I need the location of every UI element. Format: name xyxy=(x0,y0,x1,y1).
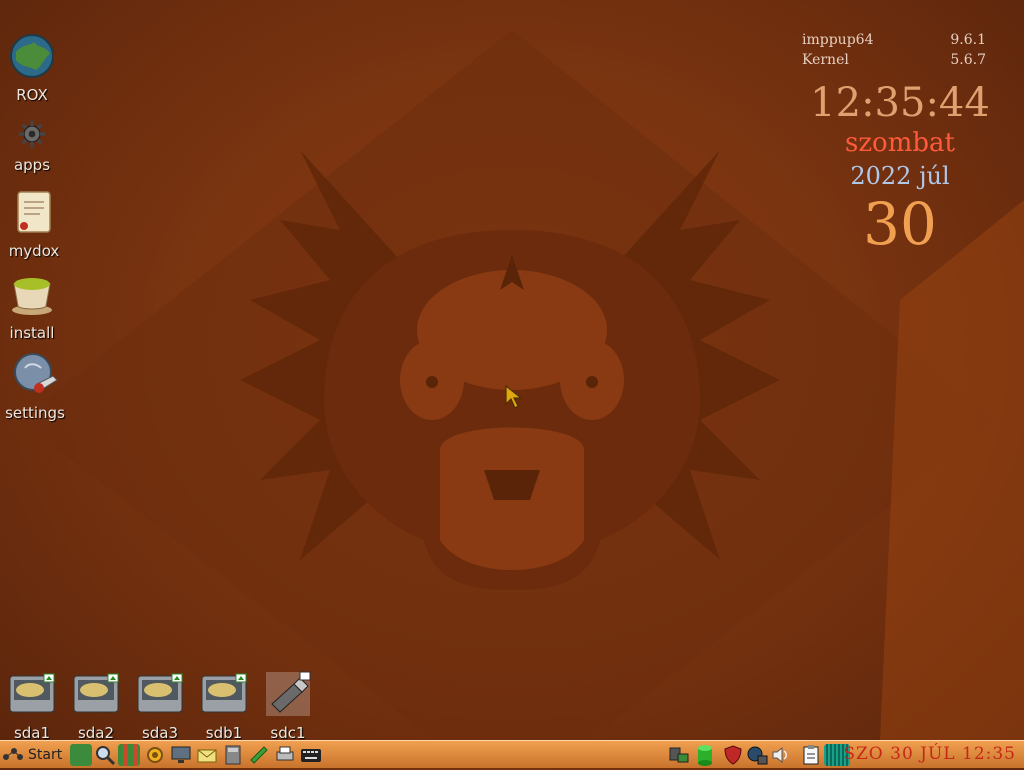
clock-day: 30 xyxy=(863,190,937,258)
search-icon[interactable] xyxy=(94,744,116,766)
workspace-grid-icon[interactable] xyxy=(118,744,140,766)
rox-globe-icon xyxy=(10,34,54,78)
settings-gear-icon[interactable] xyxy=(144,744,166,766)
keyboard-icon[interactable] xyxy=(300,744,322,766)
desktop-icon-label: settings xyxy=(5,404,65,422)
file-manager-launcher-icon[interactable] xyxy=(70,744,92,766)
start-label: Start xyxy=(28,747,63,763)
start-button[interactable]: Start xyxy=(2,744,62,766)
clock-time: 12:35:44 xyxy=(810,80,990,126)
start-menu-icon xyxy=(3,748,23,760)
edit-pencil-icon[interactable] xyxy=(248,744,270,766)
drive-icon-sda3[interactable]: sda3 xyxy=(132,670,188,742)
firewall-shield-icon[interactable] xyxy=(722,744,744,766)
distro-version: 9.6.1 xyxy=(950,32,986,48)
desktop-icon-label: install xyxy=(9,324,55,342)
kernel-version: 5.6.7 xyxy=(950,52,986,68)
printer-icon[interactable] xyxy=(274,744,296,766)
hard-drive-icon xyxy=(73,673,119,713)
taskbar-clock[interactable]: SZO 30 JÚL 12:35 xyxy=(843,744,1016,764)
distro-label: imppup64 xyxy=(802,32,874,48)
usb-drive-icon xyxy=(266,671,311,716)
network-icon[interactable] xyxy=(668,744,690,766)
hard-drive-icon xyxy=(137,673,183,713)
network-globe-icon[interactable] xyxy=(746,744,768,766)
desktop-icon-settings[interactable]: settings xyxy=(3,350,67,422)
drive-icon-sdc1[interactable]: sdc1 xyxy=(260,670,316,742)
volume-speaker-icon[interactable] xyxy=(770,744,792,766)
clock-year-month: 2022 júl xyxy=(850,162,950,190)
desktop-icon-label: ROX xyxy=(16,86,48,104)
desktop-icon-label: apps xyxy=(13,156,51,174)
desktop-icon-mydox[interactable]: mydox xyxy=(2,188,66,260)
desktop-icon-install[interactable]: install xyxy=(0,270,64,342)
kernel-label: Kernel xyxy=(802,52,849,68)
hard-drive-icon xyxy=(201,673,247,713)
apps-gear-icon xyxy=(18,120,46,148)
drive-icon-sda1[interactable]: sda1 xyxy=(4,670,60,742)
desktop-icon-apps[interactable]: apps xyxy=(0,118,64,174)
hard-drive-icon xyxy=(9,673,55,713)
system-info-panel: imppup64 9.6.1 Kernel 5.6.7 xyxy=(802,32,986,72)
drive-icon-sda2[interactable]: sda2 xyxy=(68,670,124,742)
desktop-icon-label: mydox xyxy=(8,242,60,260)
settings-wrench-globe-icon xyxy=(14,353,58,393)
desktop-icon-rox[interactable]: ROX xyxy=(0,32,64,104)
clipboard-icon[interactable] xyxy=(800,744,822,766)
monitor-icon[interactable] xyxy=(170,744,192,766)
tea-cup-icon xyxy=(12,278,52,315)
clock-weekday: szombat xyxy=(845,128,955,158)
mouse-cursor-icon xyxy=(505,384,523,409)
calculator-icon[interactable] xyxy=(222,744,244,766)
drive-icon-sdb1[interactable]: sdb1 xyxy=(196,670,252,742)
mail-icon[interactable] xyxy=(196,744,218,766)
taskbar: Start SZO 30 JÚL 12:35 xyxy=(0,740,1024,768)
desktop-clock: 12:35:44 szombat 2022 júl 30 xyxy=(790,80,1010,256)
storage-cylinder-icon[interactable] xyxy=(694,744,716,766)
document-scroll-icon xyxy=(17,191,51,233)
